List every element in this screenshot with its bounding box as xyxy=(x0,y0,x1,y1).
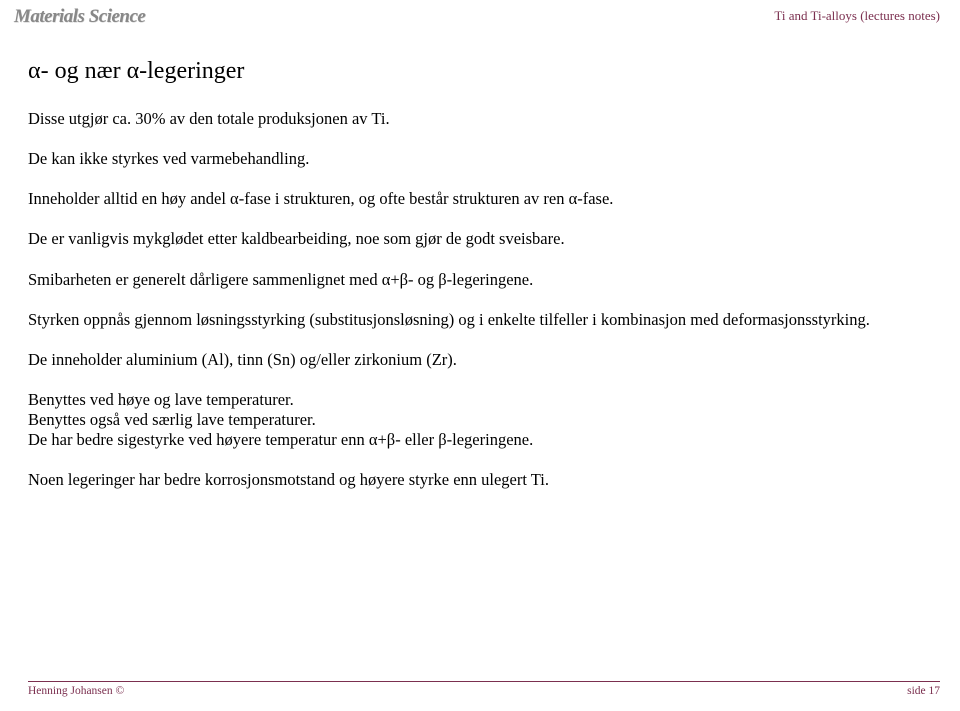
paragraph: Inneholder alltid en høy andel α-fase i … xyxy=(28,189,932,209)
paragraph: De kan ikke styrkes ved varmebehandling. xyxy=(28,149,932,169)
paragraph: Noen legeringer har bedre korrosjonsmots… xyxy=(28,470,932,490)
paragraph: De er vanligvis mykglødet etter kaldbear… xyxy=(28,229,932,249)
footer: Henning Johansen © side 17 xyxy=(28,681,940,697)
header-subject: Ti and Ti-alloys (lectures notes) xyxy=(774,8,940,24)
footer-author: Henning Johansen © xyxy=(28,685,124,697)
paragraph: De inneholder aluminium (Al), tinn (Sn) … xyxy=(28,350,932,370)
paragraph: Benyttes ved høye og lave temperaturer. xyxy=(28,390,932,410)
paragraph: De har bedre sigestyrke ved høyere tempe… xyxy=(28,430,932,450)
header-journal: Materials Science xyxy=(14,6,145,28)
paragraph: Benyttes også ved særlig lave temperatur… xyxy=(28,410,932,430)
paragraph: Disse utgjør ca. 30% av den totale produ… xyxy=(28,109,932,129)
section-title: α- og nær α-legeringer xyxy=(28,58,932,85)
page-content: α- og nær α-legeringer Disse utgjør ca. … xyxy=(28,58,932,490)
paragraph: Smibarheten er generelt dårligere sammen… xyxy=(28,270,932,290)
footer-page-number: side 17 xyxy=(907,685,940,697)
paragraph: Styrken oppnås gjennom løsningsstyrking … xyxy=(28,310,932,330)
